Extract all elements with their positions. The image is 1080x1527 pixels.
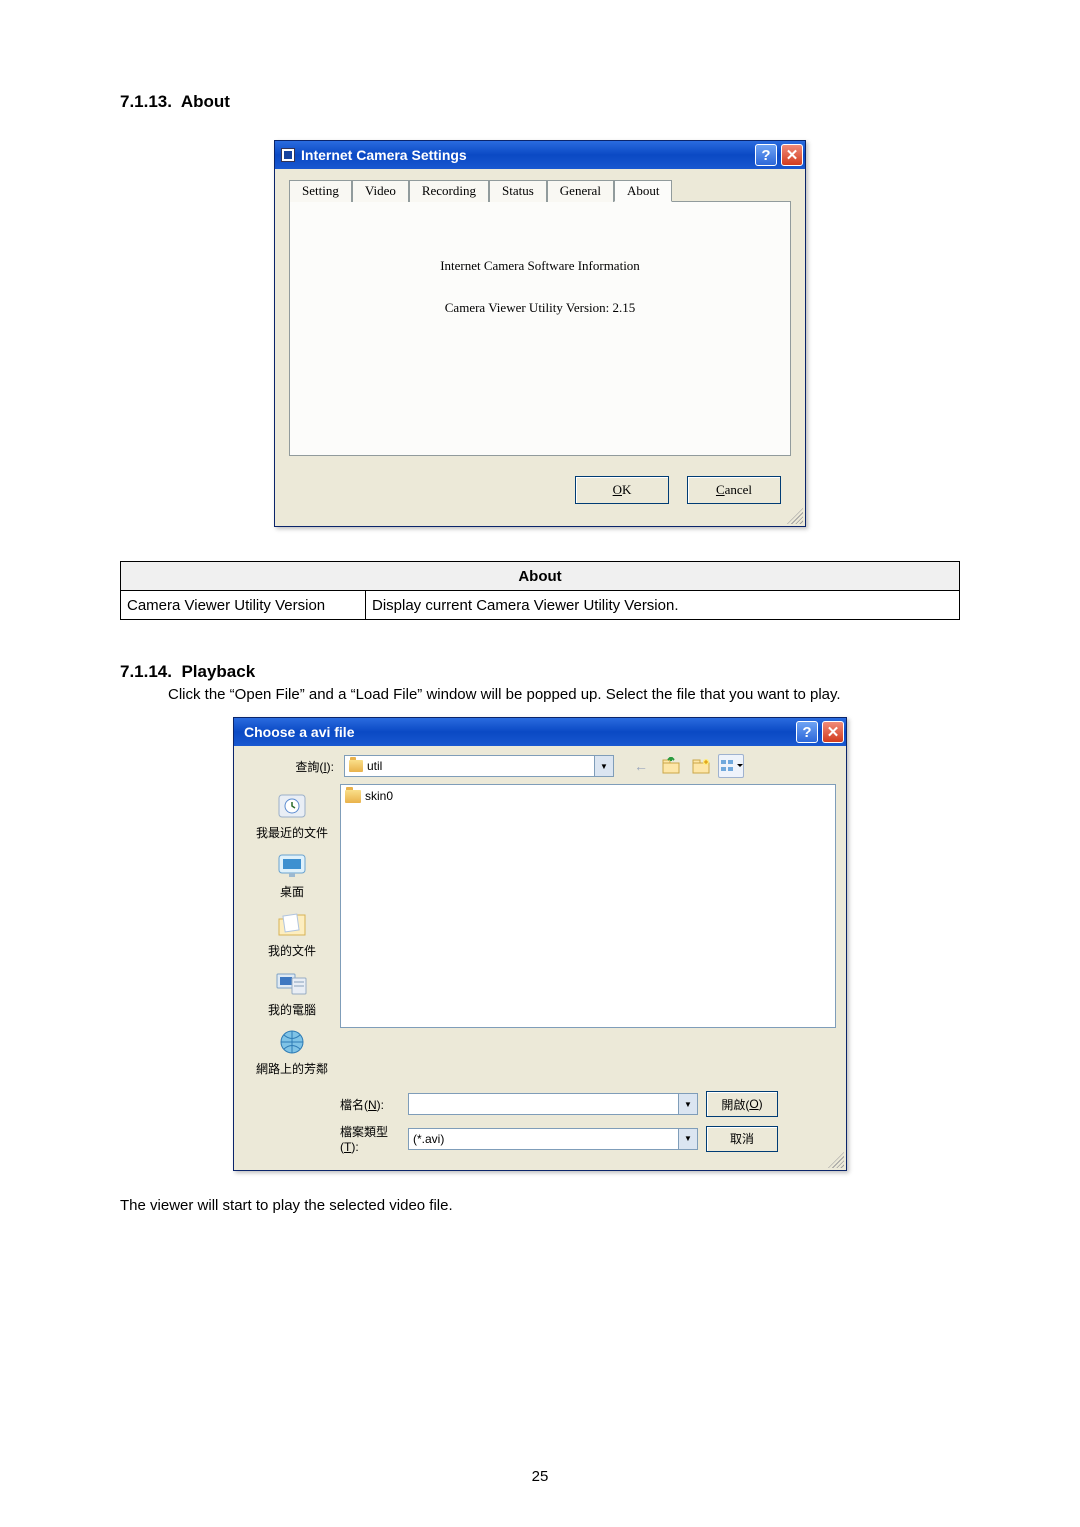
chevron-down-icon[interactable] bbox=[678, 1129, 697, 1149]
network-places-icon bbox=[274, 1026, 310, 1058]
about-table-value: Display current Camera Viewer Utility Ve… bbox=[366, 591, 960, 620]
tab-video[interactable]: Video bbox=[352, 180, 409, 202]
window-title: Choose a avi file bbox=[244, 724, 354, 740]
window-title: Internet Camera Settings bbox=[301, 147, 467, 163]
about-description-table: About Camera Viewer Utility Version Disp… bbox=[120, 561, 960, 620]
filetype-combo[interactable]: (*.avi) bbox=[408, 1128, 698, 1150]
filename-label: 檔名(N): bbox=[244, 1096, 400, 1113]
open-button[interactable]: 開啟(O) bbox=[706, 1091, 778, 1117]
cancel-button[interactable]: 取消 bbox=[706, 1126, 778, 1152]
filetype-label: 檔案類型(T): bbox=[244, 1123, 400, 1154]
chevron-down-icon[interactable] bbox=[594, 756, 613, 776]
filetype-value: (*.avi) bbox=[413, 1132, 444, 1146]
desktop-icon bbox=[274, 849, 310, 881]
titlebar[interactable]: Choose a avi file ? ✕ bbox=[234, 718, 846, 746]
folder-icon bbox=[345, 790, 361, 803]
choose-avi-file-dialog: Choose a avi file ? ✕ 查詢(I): util ← bbox=[233, 717, 847, 1171]
folder-icon bbox=[349, 760, 363, 772]
post-dialog-text: The viewer will start to play the select… bbox=[120, 1197, 960, 1214]
tab-strip: Setting Video Recording Status General A… bbox=[275, 169, 805, 201]
look-in-value: util bbox=[367, 759, 382, 773]
chevron-down-icon[interactable] bbox=[678, 1094, 697, 1114]
list-item[interactable]: skin0 bbox=[345, 789, 393, 803]
close-button[interactable]: ✕ bbox=[822, 721, 844, 743]
section-title: About bbox=[181, 92, 230, 111]
tab-status[interactable]: Status bbox=[489, 180, 547, 202]
filename-combo[interactable] bbox=[408, 1093, 698, 1115]
up-one-level-icon[interactable] bbox=[658, 754, 684, 778]
about-table-label: Camera Viewer Utility Version bbox=[121, 591, 366, 620]
new-folder-icon[interactable] bbox=[688, 754, 714, 778]
app-icon bbox=[281, 148, 295, 162]
about-table-header: About bbox=[121, 562, 960, 591]
about-line-2: Camera Viewer Utility Version: 2.15 bbox=[290, 300, 790, 316]
place-mycomputer[interactable]: 我的電腦 bbox=[268, 967, 316, 1018]
tab-about[interactable]: About bbox=[614, 180, 673, 202]
file-list[interactable]: skin0 bbox=[340, 784, 836, 1028]
tab-setting[interactable]: Setting bbox=[289, 180, 352, 202]
section-number: 7.1.14. bbox=[120, 662, 172, 681]
look-in-combo[interactable]: util bbox=[344, 755, 614, 777]
about-tab-pane: Internet Camera Software Information Cam… bbox=[289, 201, 791, 456]
titlebar[interactable]: Internet Camera Settings ? ✕ bbox=[275, 141, 805, 169]
recent-documents-icon bbox=[274, 790, 310, 822]
ok-button[interactable]: OK bbox=[575, 476, 669, 504]
help-button[interactable]: ? bbox=[796, 721, 818, 743]
back-icon[interactable]: ← bbox=[628, 754, 654, 778]
cancel-button[interactable]: Cancel bbox=[687, 476, 781, 504]
section-heading-playback: 7.1.14. Playback bbox=[120, 662, 960, 682]
help-button[interactable]: ? bbox=[755, 144, 777, 166]
close-button[interactable]: ✕ bbox=[781, 144, 803, 166]
look-in-label: 查詢(I): bbox=[244, 758, 338, 775]
views-icon[interactable] bbox=[718, 754, 744, 778]
section-number: 7.1.13. bbox=[120, 92, 172, 111]
playback-paragraph: Click the “Open File” and a “Load File” … bbox=[168, 686, 960, 703]
tab-recording[interactable]: Recording bbox=[409, 180, 489, 202]
my-documents-icon bbox=[274, 908, 310, 940]
place-recent[interactable]: 我最近的文件 bbox=[256, 790, 328, 841]
table-row: Camera Viewer Utility Version Display cu… bbox=[121, 591, 960, 620]
section-title: Playback bbox=[181, 662, 255, 681]
section-heading-about: 7.1.13. About bbox=[120, 92, 960, 112]
place-network[interactable]: 網路上的芳鄰 bbox=[256, 1026, 328, 1077]
my-computer-icon bbox=[274, 967, 310, 999]
place-desktop[interactable]: 桌面 bbox=[274, 849, 310, 900]
place-mydocs[interactable]: 我的文件 bbox=[268, 908, 316, 959]
page-number: 25 bbox=[0, 1468, 1080, 1485]
about-line-1: Internet Camera Software Information bbox=[290, 258, 790, 274]
places-bar: 我最近的文件 桌面 我的文件 bbox=[244, 784, 340, 1083]
internet-camera-settings-dialog: Internet Camera Settings ? ✕ Setting Vid… bbox=[274, 140, 806, 527]
tab-general[interactable]: General bbox=[547, 180, 614, 202]
